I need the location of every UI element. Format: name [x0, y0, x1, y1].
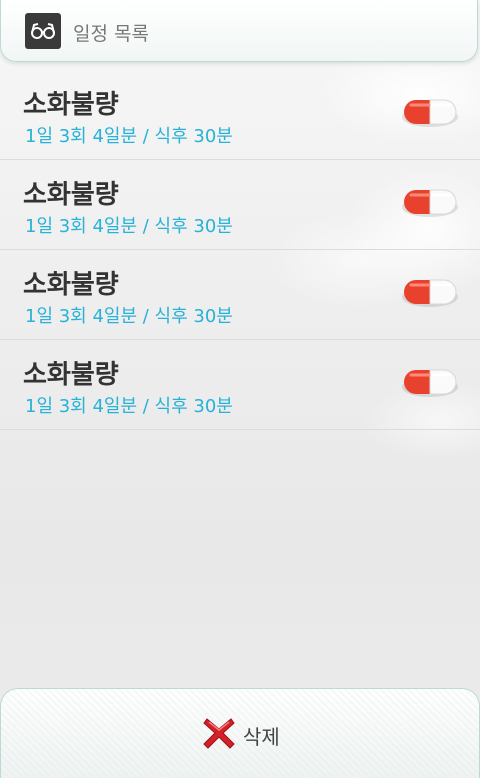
- schedule-name: 소화불량: [23, 360, 119, 390]
- schedule-name: 소화불량: [23, 270, 119, 300]
- schedule-item[interactable]: 소화불량 1일 3회 4일분 / 식후 30분: [0, 160, 480, 250]
- red-x-icon: [201, 715, 237, 755]
- schedule-detail: 1일 3회 4일분 / 식후 30분: [25, 126, 233, 147]
- schedule-name: 소화불량: [23, 180, 119, 210]
- delete-label: 삭제: [243, 724, 280, 749]
- delete-button[interactable]: 삭제: [201, 715, 280, 755]
- schedule-item[interactable]: 소화불량 1일 3회 4일분 / 식후 30분: [0, 70, 480, 160]
- page-title: 일정 목록: [73, 23, 149, 45]
- capsule-icon: [402, 97, 458, 129]
- schedule-name: 소화불량: [23, 90, 119, 120]
- schedule-detail: 1일 3회 4일분 / 식후 30분: [25, 396, 233, 417]
- capsule-icon: [402, 277, 458, 309]
- schedule-list: 소화불량 1일 3회 4일분 / 식후 30분 소화불량 1일 3회 4일분 /…: [0, 70, 480, 430]
- capsule-icon: [402, 367, 458, 399]
- title-bar: 일정 목록: [0, 0, 478, 62]
- schedule-detail: 1일 3회 4일분 / 식후 30분: [25, 216, 233, 237]
- schedule-item[interactable]: 소화불량 1일 3회 4일분 / 식후 30분: [0, 250, 480, 340]
- capsule-icon: [402, 187, 458, 219]
- glasses-icon: [25, 13, 61, 49]
- schedule-detail: 1일 3회 4일분 / 식후 30분: [25, 306, 233, 327]
- schedule-item[interactable]: 소화불량 1일 3회 4일분 / 식후 30분: [0, 340, 480, 430]
- bottom-bar: 삭제: [0, 688, 480, 778]
